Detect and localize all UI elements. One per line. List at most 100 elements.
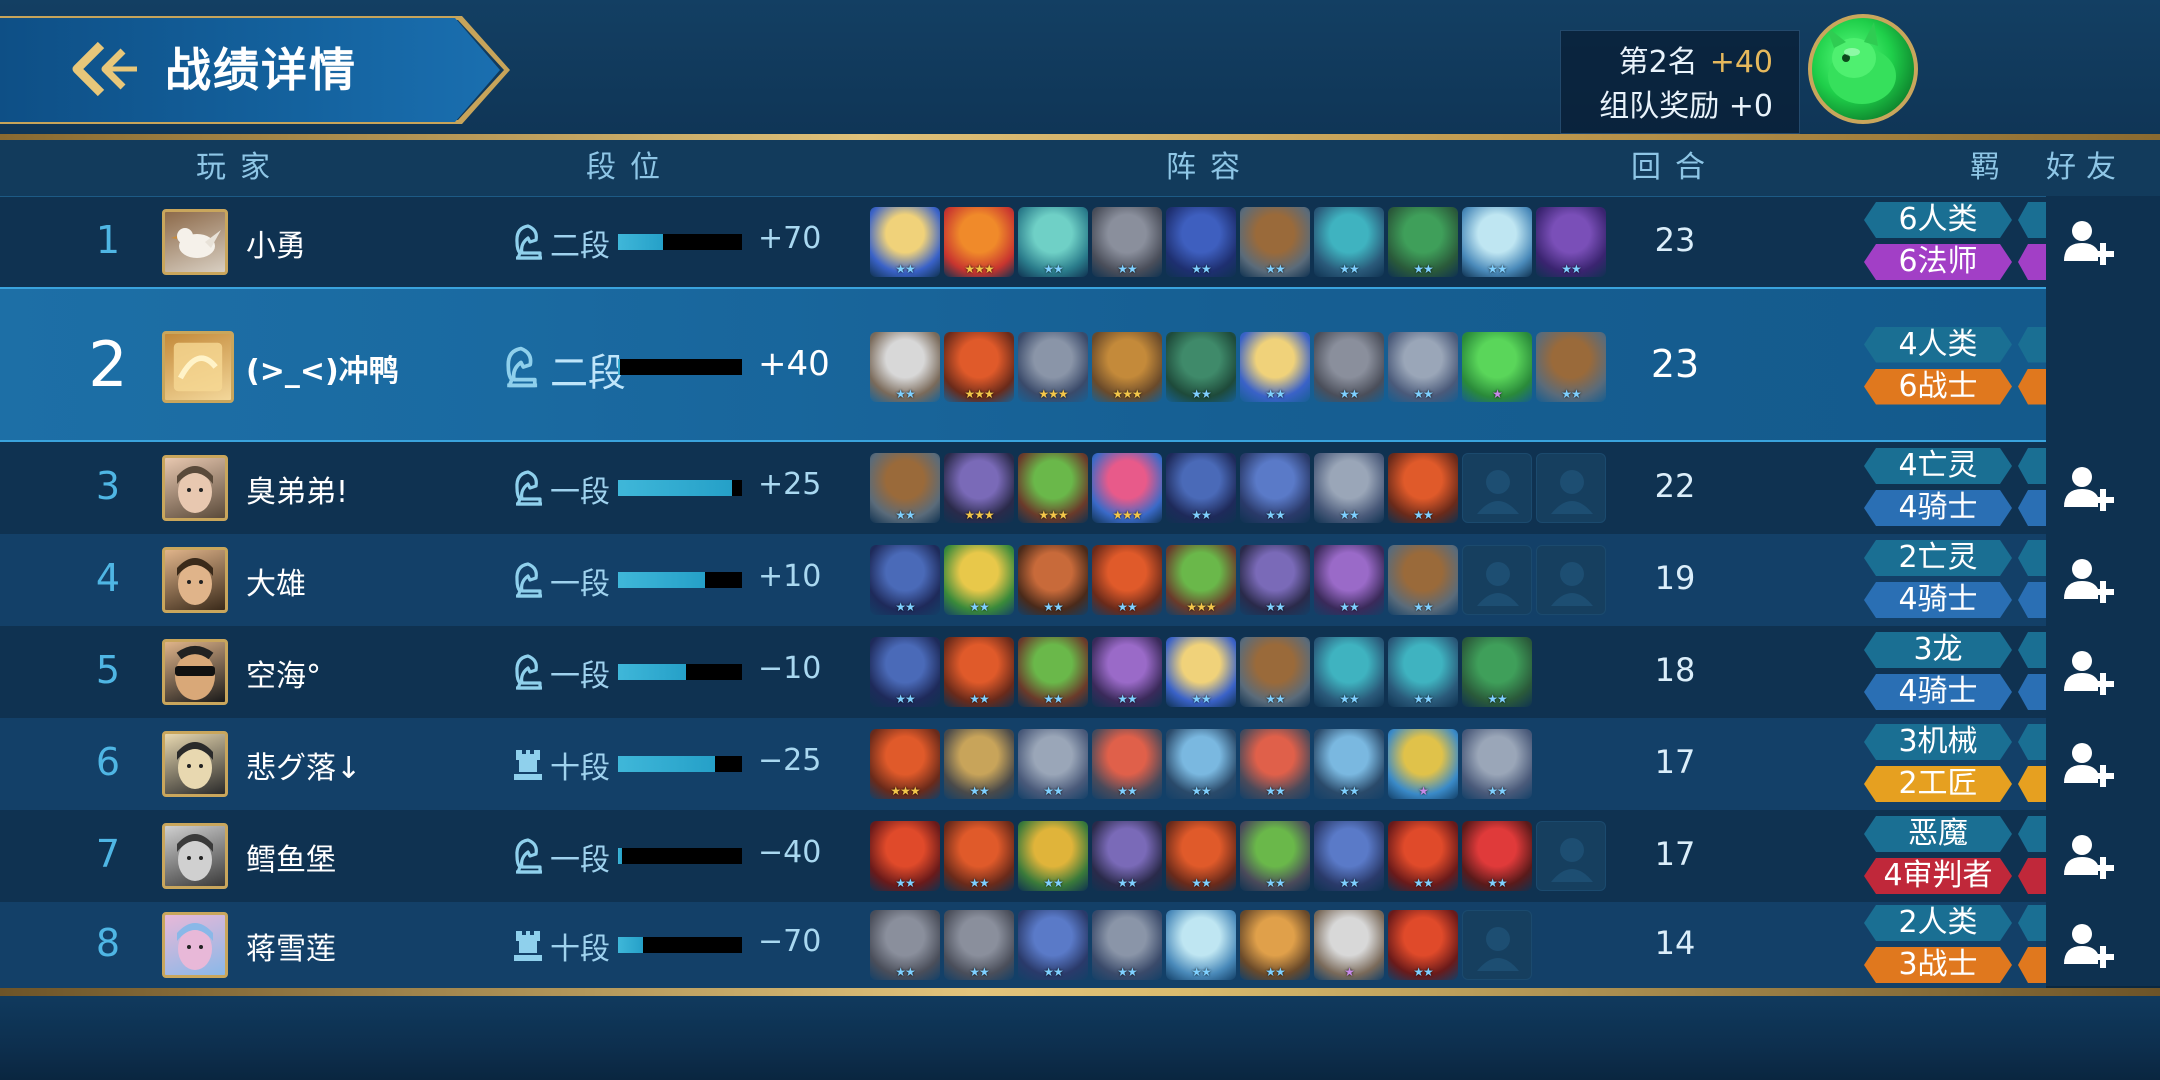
unit-blade-knight-icon[interactable]: ★★ bbox=[1314, 729, 1384, 799]
add-friend-button[interactable] bbox=[2060, 739, 2116, 789]
unit-cavalry-icon[interactable]: ★★ bbox=[1240, 207, 1310, 277]
unit-green-ogre-icon[interactable]: ★ bbox=[1462, 331, 1532, 402]
unit-flame-warrior-icon[interactable]: ★★ bbox=[944, 637, 1014, 707]
unit-old-sage-icon[interactable]: ★ bbox=[1314, 910, 1384, 980]
unit-death-knight-icon[interactable]: ★★ bbox=[1166, 453, 1236, 523]
unit-elf-mage-icon[interactable]: ★★ bbox=[1018, 207, 1088, 277]
unit-dragon-green-icon[interactable]: ★★ bbox=[1166, 331, 1236, 402]
back-button[interactable] bbox=[66, 36, 146, 102]
unit-red-demon-icon[interactable]: ★★ bbox=[1462, 821, 1532, 891]
unit-tribal-chief-icon[interactable]: ★★ bbox=[1018, 821, 1088, 891]
unit-goddess-icon[interactable]: ★★ bbox=[870, 207, 940, 277]
unit-sun-mage-icon[interactable]: ★★★ bbox=[944, 207, 1014, 277]
unit-void-mage-icon[interactable]: ★★ bbox=[1536, 207, 1606, 277]
unit-witch-icon[interactable]: ★★ bbox=[1166, 207, 1236, 277]
unit-fire-demon-icon[interactable]: ★★ bbox=[870, 821, 940, 891]
player-row[interactable]: 3 臭弟弟! 一段 +25 ★★ ★★★ ★★★ ★★★ ★★ ★★ ★★ ★★ 22 4亡灵 4骑士 bbox=[0, 442, 2046, 534]
unit-goblin-flyer-icon[interactable]: ★★ bbox=[1388, 207, 1458, 277]
unit-witch-purple-icon[interactable]: ★★ bbox=[1314, 545, 1384, 615]
unit-cavalry-icon[interactable]: ★★ bbox=[870, 453, 940, 523]
unit-goblin-gunner-icon[interactable]: ★★ bbox=[1240, 821, 1310, 891]
unit-cavalry-icon[interactable]: ★★ bbox=[1536, 331, 1606, 402]
unit-axe-knight-icon[interactable]: ★★ bbox=[1462, 729, 1532, 799]
unit-reaper-icon[interactable]: ★★ bbox=[1240, 545, 1310, 615]
unit-armored-knight-icon[interactable]: ★★ bbox=[1092, 910, 1162, 980]
player-row[interactable]: 6 悲グ落↓ 十段 −25 ★★★ ★★ ★★ ★★ ★★ ★★ ★★ ★ ★★ 17 3机械 2工匠 bbox=[0, 718, 2046, 810]
unit-goblin-icon[interactable]: ★★ bbox=[1018, 637, 1088, 707]
unit-bomber-icon[interactable]: ★★ bbox=[1240, 729, 1310, 799]
my-player-row[interactable]: 2 (>_<)冲鸭 二段 +40 ★★ ★★★ ★★★ ★★★ ★★ ★★ ★★ ★★ ★ ★★ 23 4人类… bbox=[0, 287, 2046, 442]
unit-dragon-icon[interactable]: ★★ bbox=[1314, 637, 1384, 707]
player-avatar[interactable] bbox=[1808, 14, 1918, 124]
unit-treasure-gate-icon[interactable]: ★★★ bbox=[1092, 331, 1162, 402]
player-row[interactable]: 5 空海° 一段 −10 ★★ ★★ ★★ ★★ ★★ ★★ ★★ ★★ ★★ 18 3龙 4骑士 bbox=[0, 626, 2046, 718]
player-avatar[interactable] bbox=[162, 330, 234, 403]
unit-witch-purple-icon[interactable]: ★★ bbox=[1092, 637, 1162, 707]
player-avatar[interactable] bbox=[162, 639, 228, 705]
unit-flame-warrior-icon[interactable]: ★★ bbox=[944, 821, 1014, 891]
unit-flame-warrior-icon[interactable]: ★★★ bbox=[870, 729, 940, 799]
star-rating: ★★ bbox=[1339, 262, 1360, 276]
unit-goblin-icon[interactable]: ★★★ bbox=[1018, 453, 1088, 523]
add-friend-button[interactable] bbox=[2060, 555, 2116, 605]
star-rating: ★★ bbox=[969, 876, 990, 890]
knight-icon bbox=[508, 836, 548, 876]
unit-mech-golem-icon[interactable]: ★★ bbox=[944, 729, 1014, 799]
unit-flame-warrior-icon[interactable]: ★★ bbox=[1166, 821, 1236, 891]
player-avatar[interactable] bbox=[162, 912, 228, 978]
unit-goblin-flyer-icon[interactable]: ★★ bbox=[1462, 637, 1532, 707]
unit-viking-icon[interactable]: ★★ bbox=[1314, 331, 1384, 402]
unit-death-knight-icon[interactable]: ★★ bbox=[870, 637, 940, 707]
unit-axe-knight-icon[interactable]: ★★ bbox=[1018, 729, 1088, 799]
player-avatar[interactable] bbox=[162, 455, 228, 521]
unit-old-sage-icon[interactable]: ★★ bbox=[870, 331, 940, 402]
unit-flame-warrior-icon[interactable]: ★★ bbox=[1092, 545, 1162, 615]
player-avatar[interactable] bbox=[162, 209, 228, 275]
unit-shark-icon[interactable]: ★★★ bbox=[1092, 453, 1162, 523]
unit-viking-icon[interactable]: ★★ bbox=[944, 910, 1014, 980]
add-friend-button[interactable] bbox=[2060, 647, 2116, 697]
add-friend-button[interactable] bbox=[2060, 920, 2116, 970]
unit-troll-icon[interactable]: ★★ bbox=[1018, 545, 1088, 615]
player-row[interactable]: 1 小勇 二段 +70 ★★ ★★★ ★★ ★★ ★★ ★★ ★★ ★★ ★★ ★★ 23 6人类 6法师 bbox=[0, 197, 2046, 287]
unit-death-knight-icon[interactable]: ★★ bbox=[870, 545, 940, 615]
unit-fire-demon-icon[interactable]: ★★ bbox=[1388, 910, 1458, 980]
unit-flame-warrior-icon[interactable]: ★★ bbox=[1388, 453, 1458, 523]
unit-helicopter-icon[interactable]: ★ bbox=[1388, 729, 1458, 799]
unit-cavalry-icon[interactable]: ★★ bbox=[1240, 637, 1310, 707]
add-friend-button[interactable] bbox=[2060, 463, 2116, 513]
player-row[interactable]: 8 蒋雪莲 十段 −70 ★★ ★★ ★★ ★★ ★★ ★★ ★ ★★ 14 2人类 3战士 bbox=[0, 902, 2046, 988]
unit-wraith-icon[interactable]: ★★ bbox=[1018, 910, 1088, 980]
unit-flame-warrior-icon[interactable]: ★★★ bbox=[944, 331, 1014, 402]
unit-goddess-icon[interactable]: ★★ bbox=[1240, 331, 1310, 402]
unit-fire-demon-icon[interactable]: ★★ bbox=[1388, 821, 1458, 891]
player-row[interactable]: 4 大雄 一段 +10 ★★ ★★ ★★ ★★ ★★★ ★★ ★★ ★★ 19 2亡灵 4骑士 bbox=[0, 534, 2046, 626]
unit-viking-icon[interactable]: ★★ bbox=[1092, 207, 1162, 277]
player-row[interactable]: 7 鳕鱼堡 一段 −40 ★★ ★★ ★★ ★★ ★★ ★★ ★★ ★★ ★★ 17 恶魔 4审判者 bbox=[0, 810, 2046, 902]
player-avatar[interactable] bbox=[162, 547, 228, 613]
unit-ice-mage-icon[interactable]: ★★ bbox=[1166, 910, 1236, 980]
unit-elf-king-icon[interactable]: ★★ bbox=[944, 545, 1014, 615]
unit-viking-icon[interactable]: ★★ bbox=[870, 910, 940, 980]
face-icon bbox=[177, 466, 213, 513]
unit-dragon-icon[interactable]: ★★ bbox=[1388, 637, 1458, 707]
player-avatar[interactable] bbox=[162, 823, 228, 889]
unit-bomber-icon[interactable]: ★★ bbox=[1092, 729, 1162, 799]
add-friend-button[interactable] bbox=[2060, 831, 2116, 881]
unit-armored-knight-icon[interactable]: ★★★ bbox=[1018, 331, 1088, 402]
unit-cavalry-icon[interactable]: ★★ bbox=[1388, 545, 1458, 615]
unit-reaper-icon[interactable]: ★★ bbox=[1092, 821, 1162, 891]
unit-dragon-icon[interactable]: ★★ bbox=[1314, 207, 1384, 277]
unit-ice-mage-icon[interactable]: ★★ bbox=[1462, 207, 1532, 277]
unit-blade-knight-icon[interactable]: ★★ bbox=[1166, 729, 1236, 799]
unit-wraith-icon[interactable]: ★★ bbox=[1314, 821, 1384, 891]
player-avatar[interactable] bbox=[162, 731, 228, 797]
unit-wraith-icon[interactable]: ★★ bbox=[1240, 453, 1310, 523]
unit-beast-warrior-icon[interactable]: ★★ bbox=[1240, 910, 1310, 980]
unit-goblin-icon[interactable]: ★★★ bbox=[1166, 545, 1236, 615]
unit-axe-knight-icon[interactable]: ★★ bbox=[1388, 331, 1458, 402]
unit-reaper-icon[interactable]: ★★★ bbox=[944, 453, 1014, 523]
add-friend-button[interactable] bbox=[2060, 217, 2116, 267]
unit-axe-knight-icon[interactable]: ★★ bbox=[1314, 453, 1384, 523]
unit-goddess-icon[interactable]: ★★ bbox=[1166, 637, 1236, 707]
